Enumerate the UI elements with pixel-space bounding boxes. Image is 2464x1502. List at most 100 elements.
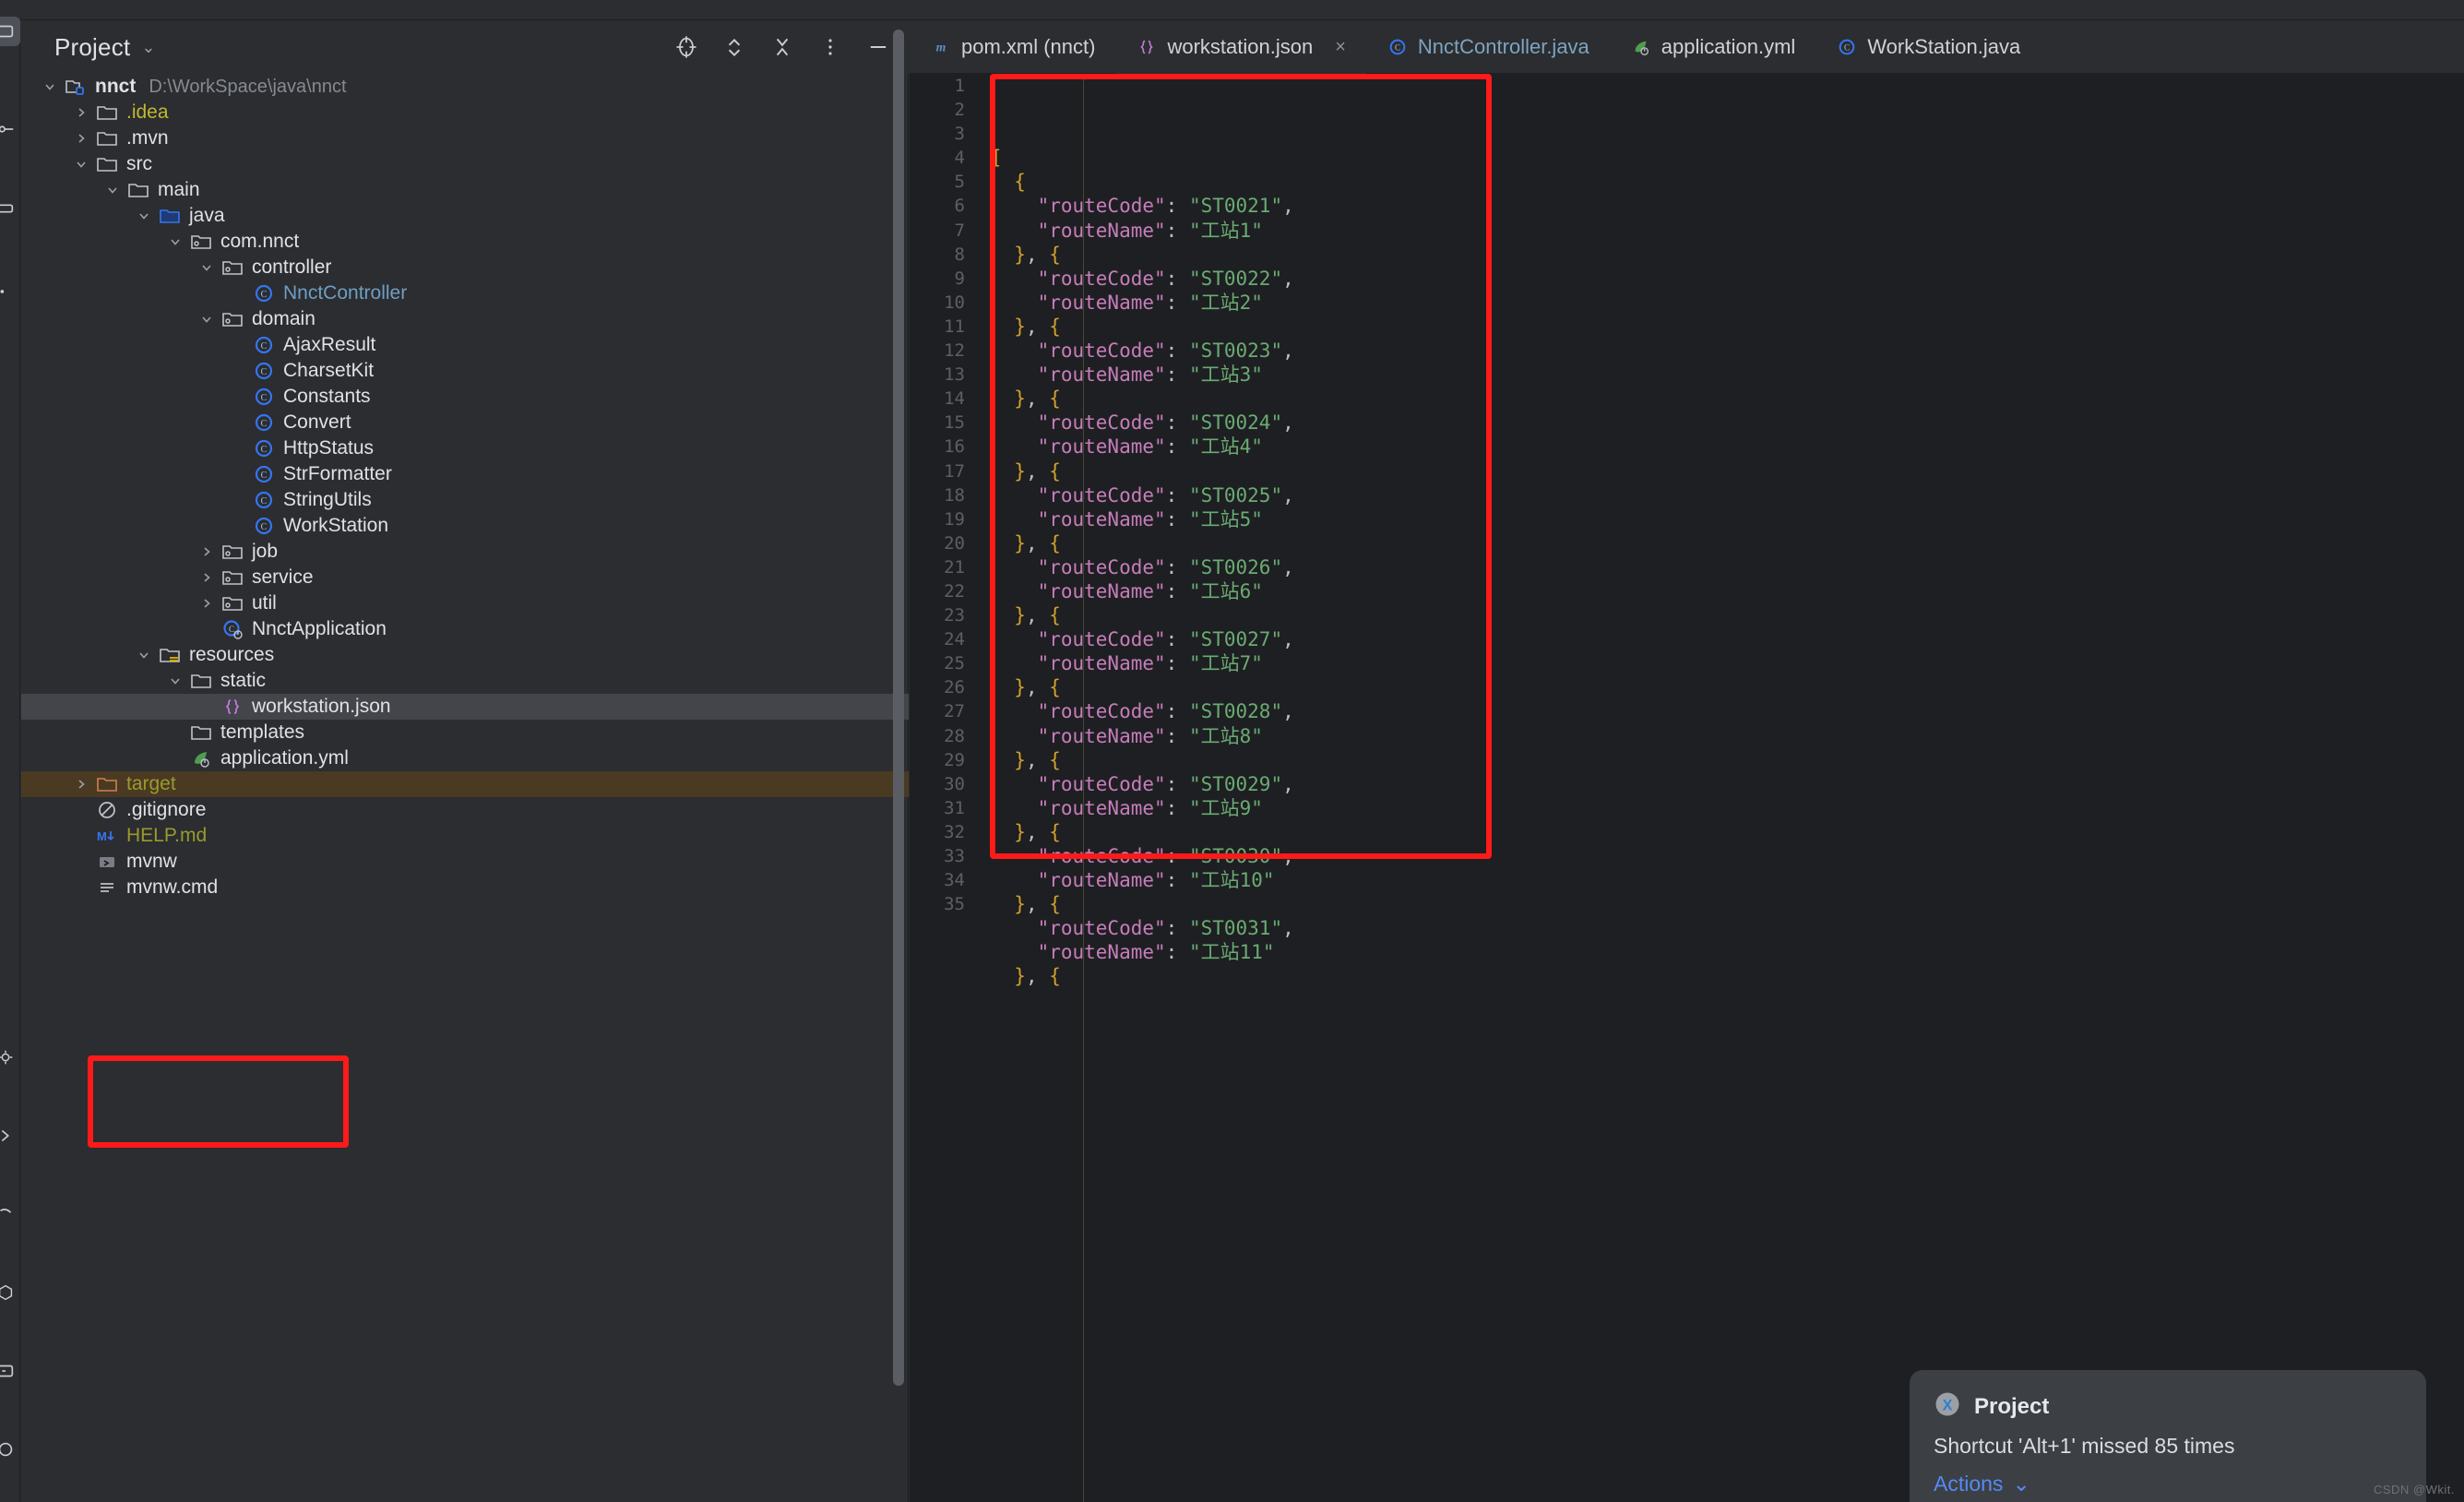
chevron-down-icon[interactable] <box>69 157 93 172</box>
chevron-down-icon[interactable] <box>195 312 219 327</box>
code-line[interactable]: }, { <box>991 315 2464 339</box>
tree-row-charsetkit[interactable]: C CharsetKit <box>21 358 909 384</box>
tree-row-constants[interactable]: C Constants <box>21 384 909 410</box>
project-tree[interactable]: nnct D:\WorkSpace\java\nnct .idea .mvn src ma… <box>21 74 909 1502</box>
tree-row-ajaxresult[interactable]: C AjaxResult <box>21 332 909 358</box>
select-opened-file-icon[interactable] <box>673 33 700 61</box>
tree-row-templates[interactable]: templates <box>21 720 909 745</box>
tree-row-static[interactable]: static <box>21 668 909 694</box>
tree-row-java[interactable]: java <box>21 203 909 229</box>
tree-row--mvn[interactable]: .mvn <box>21 125 909 151</box>
tree-row-stringutils[interactable]: C StringUtils <box>21 487 909 513</box>
code-line[interactable]: "routeName": "工站6" <box>991 579 2464 603</box>
code-line[interactable]: "routeCode": "ST0025", <box>991 483 2464 507</box>
code-line[interactable]: }, { <box>991 892 2464 916</box>
code-line[interactable]: "routeName": "工站7" <box>991 651 2464 675</box>
tree-row-src[interactable]: src <box>21 151 909 177</box>
tree-row-help-md[interactable]: M HELP.md <box>21 823 909 849</box>
tree-row-service[interactable]: service <box>21 565 909 590</box>
hide-panel-icon[interactable] <box>864 33 892 61</box>
code-line[interactable]: }, { <box>991 531 2464 555</box>
chevron-right-icon[interactable] <box>195 596 219 611</box>
terminal-tool-icon[interactable] <box>0 1356 20 1386</box>
tree-row-main[interactable]: main <box>21 177 909 203</box>
code-line[interactable]: }, { <box>991 387 2464 411</box>
chevron-down-icon[interactable] <box>132 209 156 223</box>
editor-tab-workstation-json[interactable]: workstation.json × <box>1115 19 1366 74</box>
build-tool-icon[interactable] <box>0 1043 20 1072</box>
code-line[interactable]: }, { <box>991 748 2464 772</box>
code-line[interactable]: "routeName": "工站11" <box>991 940 2464 964</box>
collapse-all-icon[interactable] <box>768 33 796 61</box>
tree-row-nnctcontroller[interactable]: C NnctController <box>21 280 909 306</box>
close-icon[interactable]: × <box>1335 38 1346 56</box>
chevron-right-icon[interactable] <box>195 570 219 585</box>
code-line[interactable]: }, { <box>991 243 2464 267</box>
tree-row--gitignore[interactable]: .gitignore <box>21 797 909 823</box>
chevron-down-icon[interactable] <box>132 648 156 662</box>
editor-tab-workstation-java[interactable]: C WorkStation.java <box>1815 20 2041 74</box>
code-line[interactable]: "routeName": "工站9" <box>991 796 2464 820</box>
code-line[interactable]: "routeCode": "ST0024", <box>991 411 2464 435</box>
tree-row-nnctapplication[interactable]: C NnctApplication <box>21 616 909 642</box>
code-line[interactable]: }, { <box>991 820 2464 844</box>
tree-row--idea[interactable]: .idea <box>21 100 909 125</box>
code-line[interactable]: }, { <box>991 603 2464 627</box>
chevron-down-icon[interactable] <box>38 79 62 94</box>
code-line[interactable]: "routeName": "工站1" <box>991 219 2464 243</box>
commit-tool-icon[interactable] <box>0 114 20 144</box>
project-tree-scrollbar[interactable] <box>893 30 904 1386</box>
tree-row-mvnw[interactable]: mvnw <box>21 849 909 875</box>
code-line[interactable]: "routeCode": "ST0026", <box>991 555 2464 579</box>
notification-balloon[interactable]: X Project Shortcut 'Alt+1' missed 85 tim… <box>1910 1370 2426 1502</box>
chevron-right-icon[interactable] <box>195 544 219 559</box>
chevron-right-icon[interactable] <box>69 131 93 146</box>
tree-row-job[interactable]: job <box>21 539 909 565</box>
notification-actions-button[interactable]: Actions ⌄ <box>1934 1472 2402 1496</box>
code-line[interactable]: "routeCode": "ST0031", <box>991 916 2464 940</box>
code-line[interactable]: "routeCode": "ST0023", <box>991 339 2464 363</box>
code-line[interactable]: "routeName": "工站3" <box>991 363 2464 387</box>
services-tool-icon[interactable] <box>0 1278 20 1307</box>
chevron-down-icon[interactable] <box>101 183 125 197</box>
code-editor[interactable]: 1 2 3 4 5 6 7 8 9 10 11 12 13 14 15 16 17 18 19 20 21 22 23 24 2… <box>910 74 2464 1502</box>
tree-row-strformatter[interactable]: C StrFormatter <box>21 461 909 487</box>
project-tool-icon[interactable] <box>0 17 20 46</box>
tree-row-convert[interactable]: C Convert <box>21 410 909 435</box>
editor-tab-nnctcontroller-java[interactable]: C NnctController.java <box>1366 20 1610 74</box>
code-line[interactable]: "routeName": "工站4" <box>991 435 2464 459</box>
tree-row-mvnw-cmd[interactable]: mvnw.cmd <box>21 875 909 900</box>
profiler-tool-icon[interactable] <box>0 1435 20 1464</box>
tree-row-target[interactable]: target <box>21 771 909 797</box>
code-line[interactable]: "routeCode": "ST0030", <box>991 844 2464 868</box>
code-line[interactable]: }, { <box>991 964 2464 988</box>
structure-tool-icon[interactable] <box>0 277 20 306</box>
code-line[interactable]: }, { <box>991 459 2464 483</box>
editor-tab-pom-xml-nnct-[interactable]: m pom.xml (nnct) <box>910 20 1115 74</box>
chevron-right-icon[interactable] <box>69 777 93 792</box>
chevron-down-icon[interactable]: ⌄ <box>141 39 155 55</box>
code-line[interactable]: "routeName": "工站2" <box>991 291 2464 315</box>
chevron-down-icon[interactable] <box>163 234 187 249</box>
code-line[interactable]: "routeCode": "ST0021", <box>991 194 2464 218</box>
chevron-down-icon[interactable] <box>163 674 187 688</box>
chevron-right-icon[interactable] <box>69 105 93 120</box>
tree-row-util[interactable]: util <box>21 590 909 616</box>
code-line[interactable]: "routeName": "工站5" <box>991 507 2464 531</box>
expand-collapse-icon[interactable] <box>720 33 748 61</box>
tree-row-httpstatus[interactable]: C HttpStatus <box>21 435 909 461</box>
code-line[interactable]: "routeName": "工站10" <box>991 868 2464 892</box>
tree-row-domain[interactable]: domain <box>21 306 909 332</box>
tree-row-com-nnct[interactable]: com.nnct <box>21 229 909 255</box>
code-line[interactable]: "routeName": "工站8" <box>991 724 2464 748</box>
code-line[interactable]: "routeCode": "ST0027", <box>991 627 2464 651</box>
editor-tab-application-yml[interactable]: application.yml <box>1610 20 1816 74</box>
tree-row-workstation[interactable]: C WorkStation <box>21 513 909 539</box>
code-line[interactable]: "routeCode": "ST0022", <box>991 267 2464 291</box>
tree-row-controller[interactable]: controller <box>21 255 909 280</box>
code-content[interactable]: [ { "routeCode": "ST0021", "routeName": … <box>991 74 2464 1502</box>
options-menu-icon[interactable] <box>816 33 844 61</box>
tree-row-application-yml[interactable]: application.yml <box>21 745 909 771</box>
run-tool-icon[interactable] <box>0 1121 20 1150</box>
tree-row-nnct[interactable]: nnct D:\WorkSpace\java\nnct <box>21 74 909 100</box>
